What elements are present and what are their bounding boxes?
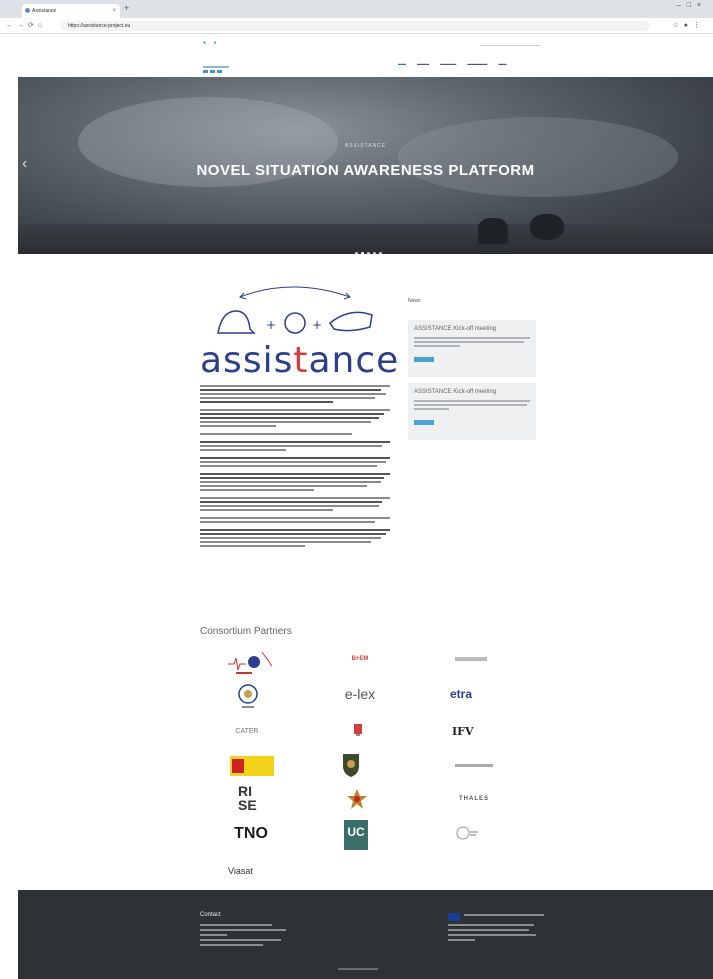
partner-logo-tno[interactable]: TNO [229,825,273,843]
browser-tab-title: Assistance [32,8,57,14]
news-title[interactable]: ASSISTANCE Kick-off meeting [414,389,530,395]
partner-logo-rise[interactable]: RI SE [238,784,268,812]
nav-item-3[interactable]: ▬▬▬▬ [440,61,456,66]
project-description [200,385,390,553]
address-bar: ←→⟳⌂ https://assistance-project.eu ☆●⋮ [0,18,713,34]
nav-item-1[interactable]: ▬▬ [398,61,406,66]
nav-item-2[interactable]: ▬▬▬ [417,61,429,66]
partner-logo-etra[interactable]: etra [450,687,495,701]
nav-item-5[interactable]: ▬▬ [499,61,507,66]
hero-headline: NOVEL SITUATION AWARENESS PLATFORM [196,162,535,179]
responders-illustration: + + [217,286,373,334]
url-input[interactable]: https://assistance-project.eu [60,21,650,31]
browser-tab-bar: Assistance × + –□× [0,0,713,18]
footer-eu-title [464,914,544,919]
slide-dot [355,252,358,254]
site-logo[interactable] [203,60,229,73]
partner-logo-emblem[interactable] [236,683,260,709]
footer-eu-funding [448,924,538,944]
news-card[interactable]: ASSISTANCE Kick-off meeting [408,320,536,377]
assistance-logo: assistance [200,340,400,381]
partner-logo-uc-badge[interactable]: UC [344,820,368,850]
extensions-icons[interactable]: ☆●⋮ [672,21,705,29]
nav-buttons[interactable]: ←→⟳⌂ [6,21,46,29]
read-more-button[interactable] [414,420,434,425]
footer-contact-title: Contact [200,912,221,918]
news-card[interactable]: ASSISTANCE Kick-off meeting [408,383,536,440]
partner-logo-generic[interactable] [455,764,493,767]
partners-title: Consortium Partners [200,626,292,637]
partner-logo-b-em[interactable]: B+EM [340,656,380,664]
nav-item-4[interactable]: ▬▬▬▬▬ [467,61,487,66]
partner-logo-fire-service[interactable] [346,788,368,810]
partner-logo-samur[interactable] [226,648,274,676]
new-tab-icon[interactable]: + [124,3,129,13]
svg-text:+: + [266,318,276,332]
partner-logo-crest[interactable] [353,723,363,737]
main-nav: ▬▬ ▬▬▬ ▬▬▬▬ ▬▬▬▬▬ ▬▬ [398,61,517,66]
sidebar: News ASSISTANCE Kick-off meeting ASSISTA… [408,298,536,446]
slide-dot [361,252,364,254]
browser-tab[interactable]: Assistance × [22,4,120,18]
partner-logo-police-badge[interactable] [342,752,360,778]
slider-dots[interactable] [355,242,385,254]
partner-logo-thales[interactable]: THALES [452,796,496,802]
footer-contact-details [200,924,290,949]
slide-dot [379,252,382,254]
window-controls[interactable]: –□× [677,2,707,9]
hero-slider: ‹ ASSISTANCE NOVEL SITUATION AWARENESS P… [18,77,713,254]
footer-copyright [338,968,378,970]
slide-dot [367,252,370,254]
partner-logo-viasat[interactable]: Viasat [228,866,278,876]
svg-text:+: + [312,318,322,332]
search-input[interactable] [480,39,540,46]
slide-dot [373,252,376,254]
sidebar-title: News [408,298,421,304]
eu-flag-icon [448,913,460,921]
partner-logo-cater[interactable]: CATER [232,728,262,735]
partner-logo-ifv[interactable]: IFV [452,725,492,738]
partner-logo-e-lex[interactable]: e-lex [330,686,390,702]
social-icons[interactable]: ● ● [203,40,219,46]
news-title[interactable]: ASSISTANCE Kick-off meeting [414,326,530,332]
svg-text:UC: UC [347,825,365,839]
favicon-icon [25,8,30,13]
hero-kicker: ASSISTANCE [344,143,387,149]
partner-logo-university-seal[interactable] [456,826,478,840]
partner-logo-generic[interactable] [455,657,487,661]
close-tab-icon[interactable]: × [112,4,116,18]
partner-logo-gobierno-espana[interactable] [230,756,274,776]
read-more-button[interactable] [414,357,434,362]
site-footer: Contact [18,890,713,979]
